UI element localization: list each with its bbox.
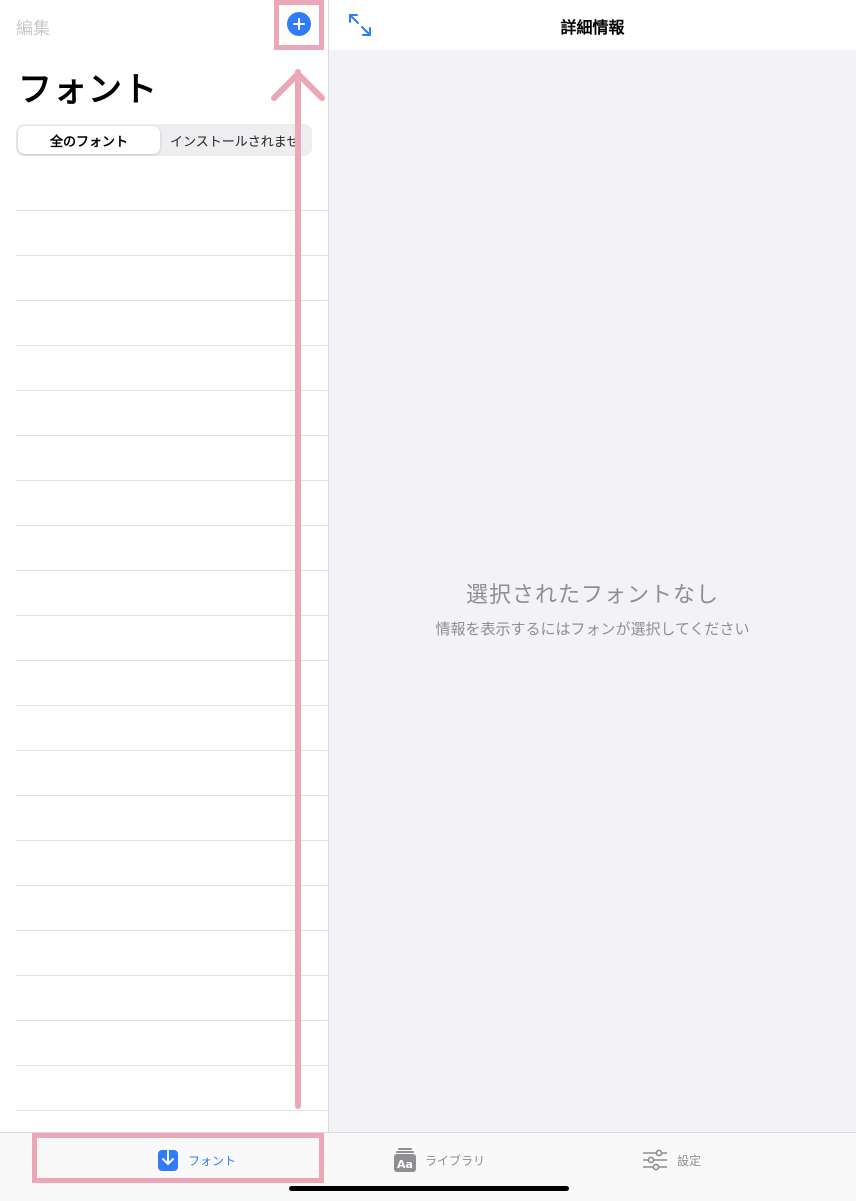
plus-circle-icon xyxy=(293,18,305,30)
list-row xyxy=(16,346,328,391)
edit-button[interactable]: 編集 xyxy=(16,14,50,39)
list-row xyxy=(16,706,328,751)
list-row xyxy=(16,931,328,976)
detail-title: 詳細情報 xyxy=(560,18,625,37)
segment-not-installed[interactable]: インストールされませ xyxy=(168,126,312,154)
list-row xyxy=(16,526,328,571)
font-filter-segmented-control: 全のフォント インストールされませ xyxy=(16,124,312,156)
list-row xyxy=(16,481,328,526)
segment-all-fonts[interactable]: 全のフォント xyxy=(18,126,160,154)
tab-library-label: ライブラリ xyxy=(425,1153,486,1168)
list-row xyxy=(16,436,328,481)
list-row xyxy=(16,256,328,301)
tab-settings-label: 設定 xyxy=(677,1153,702,1168)
list-row xyxy=(16,1066,328,1111)
list-row xyxy=(16,886,328,931)
detail-header: 詳細情報 xyxy=(329,0,856,50)
empty-state-subtitle: 情報を表示するにはフォンが選択してください xyxy=(435,620,750,638)
list-row xyxy=(16,796,328,841)
list-row xyxy=(16,211,328,256)
home-indicator xyxy=(289,1186,569,1191)
list-row xyxy=(16,1021,328,1066)
list-row xyxy=(16,301,328,346)
list-row xyxy=(16,616,328,661)
sliders-icon xyxy=(643,1149,667,1171)
list-row xyxy=(16,661,328,706)
sidebar: 編集 フォント 全のフォント インストールされませ xyxy=(0,0,329,1132)
detail-empty-state: 選択されたフォントなし 情報を表示するにはフォンが選択してください xyxy=(329,50,856,1132)
add-font-button[interactable] xyxy=(287,12,311,36)
library-aa-icon: Aa xyxy=(394,1148,416,1172)
tab-library[interactable]: Aa ライブラリ xyxy=(394,1145,485,1175)
list-row xyxy=(16,391,328,436)
page-title: フォント xyxy=(18,70,158,110)
list-row xyxy=(16,571,328,616)
tab-settings[interactable]: 設定 xyxy=(642,1145,701,1175)
list-row xyxy=(16,166,328,211)
tab-fonts-label: フォント xyxy=(188,1153,237,1168)
list-row xyxy=(16,751,328,796)
download-icon xyxy=(158,1148,178,1171)
svg-text:Aa: Aa xyxy=(397,1158,413,1171)
list-row xyxy=(16,976,328,1021)
list-row xyxy=(16,841,328,886)
tab-fonts[interactable]: フォント xyxy=(157,1145,236,1175)
empty-state-title: 選択されたフォントなし xyxy=(465,583,719,608)
font-list xyxy=(16,166,328,1111)
